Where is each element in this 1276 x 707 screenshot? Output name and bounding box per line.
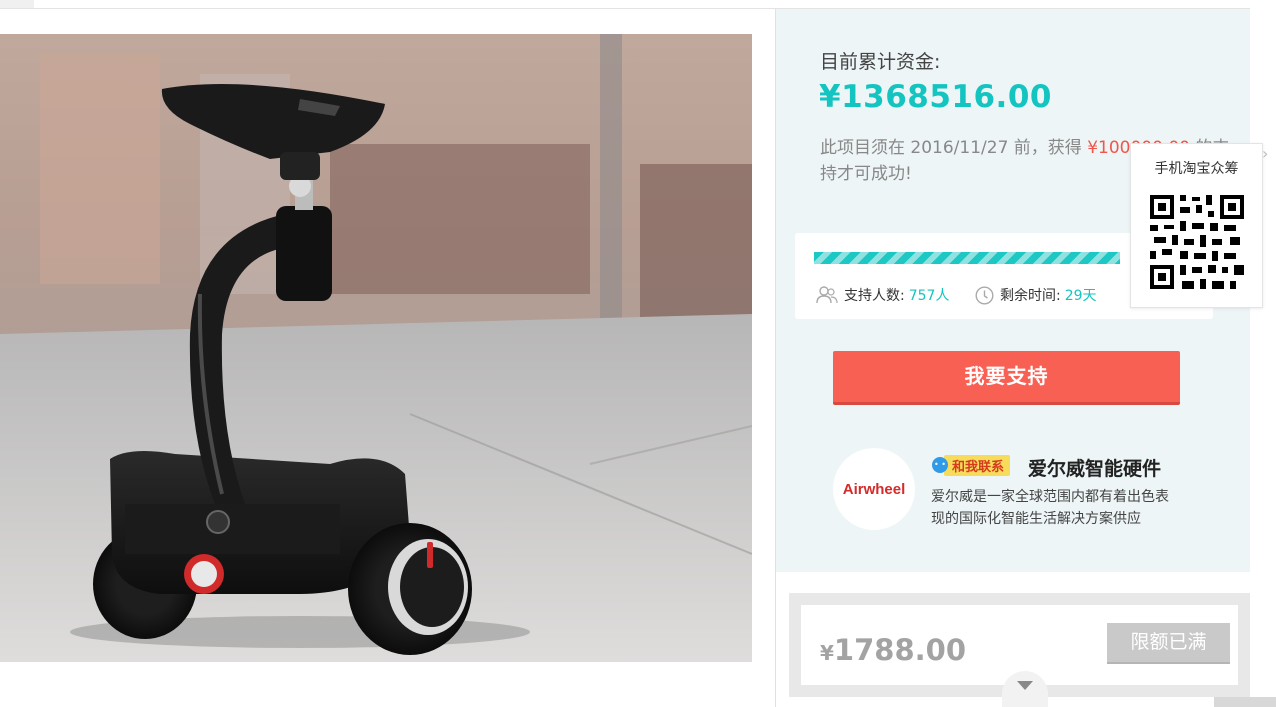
clock-icon bbox=[975, 285, 994, 305]
users-icon bbox=[816, 286, 838, 304]
supporters-value: 757人 bbox=[908, 288, 950, 304]
caret-down-icon bbox=[1017, 681, 1033, 690]
corner-block bbox=[1214, 697, 1276, 707]
qr-popup: 手机淘宝众筹 bbox=[1130, 143, 1263, 308]
owner-description: 爱尔威是一家全球范围内都有着出色表现的国际化智能生活解决方案供应 bbox=[931, 489, 1169, 527]
remaining-value: 29天 bbox=[1064, 288, 1097, 304]
qr-title: 手机淘宝众筹 bbox=[1154, 161, 1239, 177]
owner-name[interactable]: 爱尔威智能硬件 bbox=[1028, 454, 1161, 481]
supporters-stat: 支持人数: 757人 bbox=[816, 285, 949, 305]
progress-fill bbox=[814, 252, 1120, 264]
remaining-label: 剩余时间: bbox=[1000, 288, 1061, 304]
funds-amount: ¥1368516.00 bbox=[819, 79, 1052, 115]
qr-code-icon bbox=[1150, 195, 1244, 289]
progress-bar bbox=[814, 252, 1120, 264]
brand-logo-text: Airwheel bbox=[842, 480, 906, 498]
product-image bbox=[0, 34, 752, 662]
contact-me-badge[interactable]: • • 和我联系 bbox=[932, 454, 1011, 476]
reward-price: ¥1788.00 bbox=[820, 633, 966, 667]
brand-logo[interactable]: Airwheel bbox=[833, 448, 915, 530]
remaining-time-stat: 剩余时间: 29天 bbox=[975, 285, 1097, 305]
chat-bubble-icon: • • bbox=[932, 457, 948, 473]
top-divider bbox=[0, 0, 1250, 9]
reward-price-value: 1788.00 bbox=[833, 633, 967, 667]
chevron-right-icon[interactable]: › bbox=[1262, 143, 1276, 165]
supporters-label: 支持人数: bbox=[844, 288, 905, 304]
deadline-prefix: 此项目须在 2016/11/27 前，获得 bbox=[820, 138, 1088, 158]
top-tab[interactable] bbox=[0, 0, 34, 8]
support-button[interactable]: 我要支持 bbox=[833, 351, 1180, 405]
quota-full-button[interactable]: 限额已满 bbox=[1107, 623, 1230, 664]
contact-me-label: 和我联系 bbox=[944, 454, 1011, 476]
reward-currency: ¥ bbox=[820, 641, 834, 665]
funds-label: 目前累计资金: bbox=[820, 51, 941, 73]
